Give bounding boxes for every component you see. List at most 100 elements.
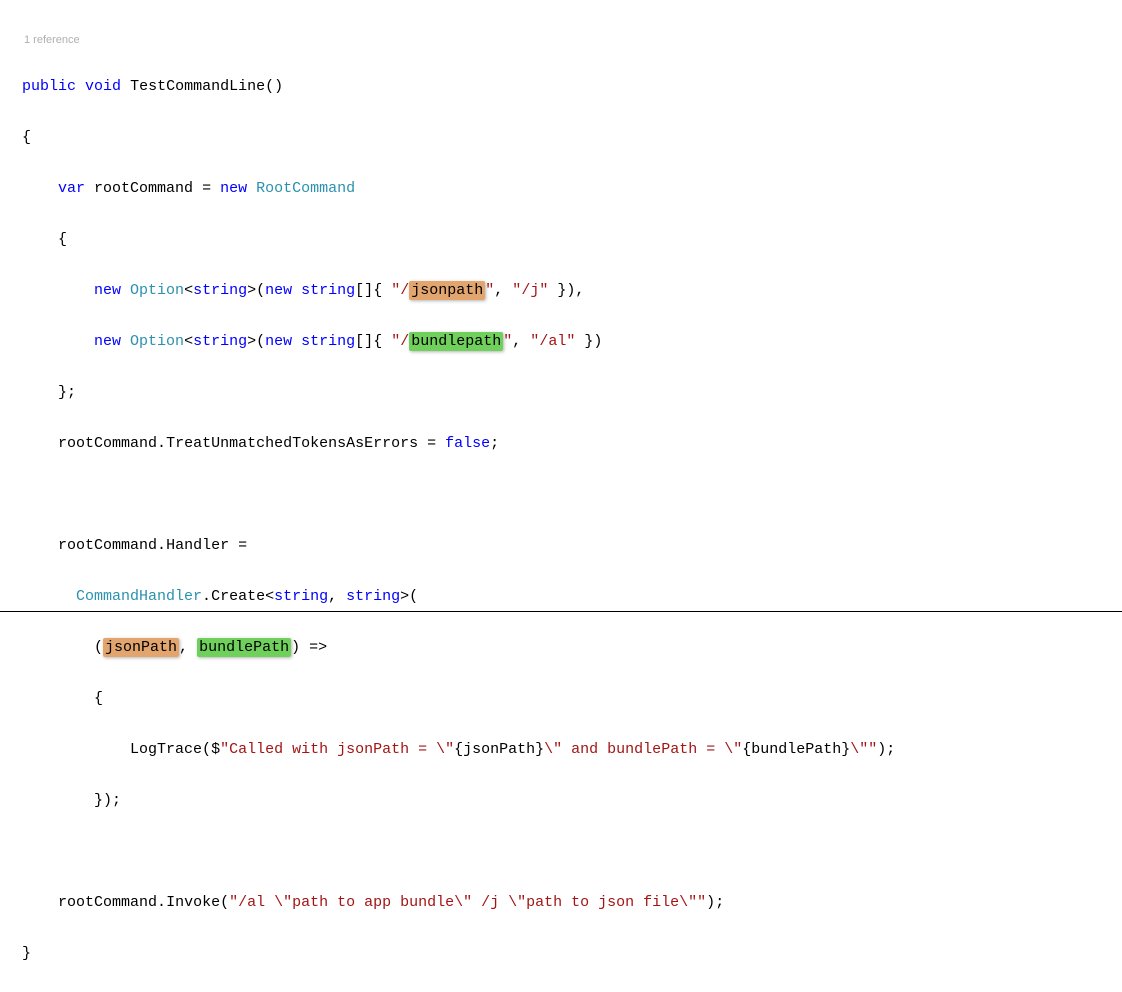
- brace-open: {: [373, 282, 382, 299]
- code-line[interactable]: {: [22, 227, 1122, 253]
- code-line[interactable]: rootCommand.TreatUnmatchedTokensAsErrors…: [22, 431, 1122, 457]
- keyword-new: new: [265, 333, 292, 350]
- identifier: Invoke: [166, 894, 220, 911]
- keyword-false: false: [445, 435, 490, 452]
- type-rootcommand: RootCommand: [256, 180, 355, 197]
- semicolon: ;: [886, 741, 895, 758]
- comma: ,: [575, 282, 584, 299]
- identifier: rootCommand: [58, 537, 157, 554]
- keyword-string: string: [193, 333, 247, 350]
- string-text: /j: [521, 282, 539, 299]
- brace-open: {: [58, 231, 67, 248]
- paren: ): [706, 894, 715, 911]
- comma: ,: [494, 282, 503, 299]
- string-literal: \": [724, 741, 742, 758]
- paren: (: [256, 333, 265, 350]
- code-line[interactable]: var rootCommand = new RootCommand: [22, 176, 1122, 202]
- code-line[interactable]: {: [22, 686, 1122, 712]
- code-line[interactable]: [22, 839, 1122, 865]
- highlight-bundlepath: bundlepath: [409, 332, 503, 351]
- highlight-jsonpath: jsonpath: [409, 281, 485, 300]
- string-literal: ": [485, 282, 494, 299]
- angle: <: [265, 588, 274, 605]
- paren: (: [409, 588, 418, 605]
- type-option: Option: [130, 282, 184, 299]
- identifier: LogTrace: [130, 741, 202, 758]
- code-line[interactable]: rootCommand.Handler =: [22, 533, 1122, 559]
- paren: (: [256, 282, 265, 299]
- string-literal: "/al": [530, 333, 575, 350]
- code-line[interactable]: {: [22, 125, 1122, 151]
- angle: >: [247, 333, 256, 350]
- keyword-string: string: [301, 333, 355, 350]
- identifier: Create: [211, 588, 265, 605]
- string-literal: \": [436, 741, 454, 758]
- comma: ,: [179, 639, 188, 656]
- dot: .: [157, 894, 166, 911]
- paren: ): [103, 792, 112, 809]
- keyword-new: new: [265, 282, 292, 299]
- paren: (: [94, 639, 103, 656]
- identifier: rootCommand: [58, 894, 157, 911]
- bracket: []: [355, 333, 373, 350]
- interpolation: {jsonPath}: [454, 741, 544, 758]
- code-line[interactable]: CommandHandler.Create<string, string>(: [22, 584, 1122, 610]
- highlight-bundlepath-param: bundlePath: [197, 638, 291, 657]
- string-literal: "/: [391, 282, 409, 299]
- op-eq: =: [238, 537, 247, 554]
- keyword-new: new: [220, 180, 247, 197]
- semicolon: ;: [67, 384, 76, 401]
- angle: <: [184, 282, 193, 299]
- brace-open: {: [373, 333, 382, 350]
- type-option: Option: [130, 333, 184, 350]
- comma: ,: [328, 588, 337, 605]
- brace-close: }: [22, 945, 31, 962]
- string-literal: ": [868, 741, 877, 758]
- brace-open: {: [22, 129, 31, 146]
- interpolation: {bundlePath}: [742, 741, 850, 758]
- string-literal: ": [503, 333, 512, 350]
- code-line[interactable]: });: [22, 788, 1122, 814]
- code-editor[interactable]: 1 reference public void TestCommandLine(…: [0, 0, 1122, 992]
- dot: .: [157, 435, 166, 452]
- codelens-reference[interactable]: 1 reference: [24, 34, 1122, 47]
- method-name: TestCommandLine: [130, 78, 265, 95]
- keyword-string: string: [193, 282, 247, 299]
- keyword-string: string: [346, 588, 400, 605]
- code-line[interactable]: };: [22, 380, 1122, 406]
- brace-close: }: [94, 792, 103, 809]
- string-literal: "/j": [512, 282, 548, 299]
- angle: <: [184, 333, 193, 350]
- string-literal: "/: [391, 333, 409, 350]
- identifier: rootCommand: [94, 180, 193, 197]
- code-line[interactable]: LogTrace($"Called with jsonPath = \"{jso…: [22, 737, 1122, 763]
- keyword-new: new: [94, 333, 121, 350]
- angle: >: [247, 282, 256, 299]
- code-line[interactable]: (jsonPath, bundlePath) =>: [22, 635, 1122, 661]
- brace-close: }: [58, 384, 67, 401]
- code-line[interactable]: }: [22, 941, 1122, 967]
- dot: .: [202, 588, 211, 605]
- code-line[interactable]: public void TestCommandLine(): [22, 74, 1122, 100]
- arrow: =>: [309, 639, 327, 656]
- identifier: TreatUnmatchedTokensAsErrors: [166, 435, 418, 452]
- bracket: []: [355, 282, 373, 299]
- paren: ): [593, 333, 602, 350]
- string-literal: \": [850, 741, 868, 758]
- code-line[interactable]: rootCommand.Invoke("/al \"path to app bu…: [22, 890, 1122, 916]
- identifier: Handler: [166, 537, 229, 554]
- code-line[interactable]: new Option<string>(new string[]{ "/jsonp…: [22, 278, 1122, 304]
- keyword-public: public: [22, 78, 76, 95]
- type-commandhandler: CommandHandler: [76, 588, 202, 605]
- code-line[interactable]: [22, 482, 1122, 508]
- string-literal: and bundlePath =: [562, 741, 724, 758]
- dollar: $: [211, 741, 220, 758]
- string-literal: "/al \"path to app bundle\" /j \"path to…: [229, 894, 706, 911]
- code-line[interactable]: new Option<string>(new string[]{ "/bundl…: [22, 329, 1122, 355]
- semicolon: ;: [490, 435, 499, 452]
- keyword-string: string: [301, 282, 355, 299]
- keyword-new: new: [94, 282, 121, 299]
- string-literal: "Called with jsonPath =: [220, 741, 436, 758]
- paren: (: [202, 741, 211, 758]
- semicolon: ;: [715, 894, 724, 911]
